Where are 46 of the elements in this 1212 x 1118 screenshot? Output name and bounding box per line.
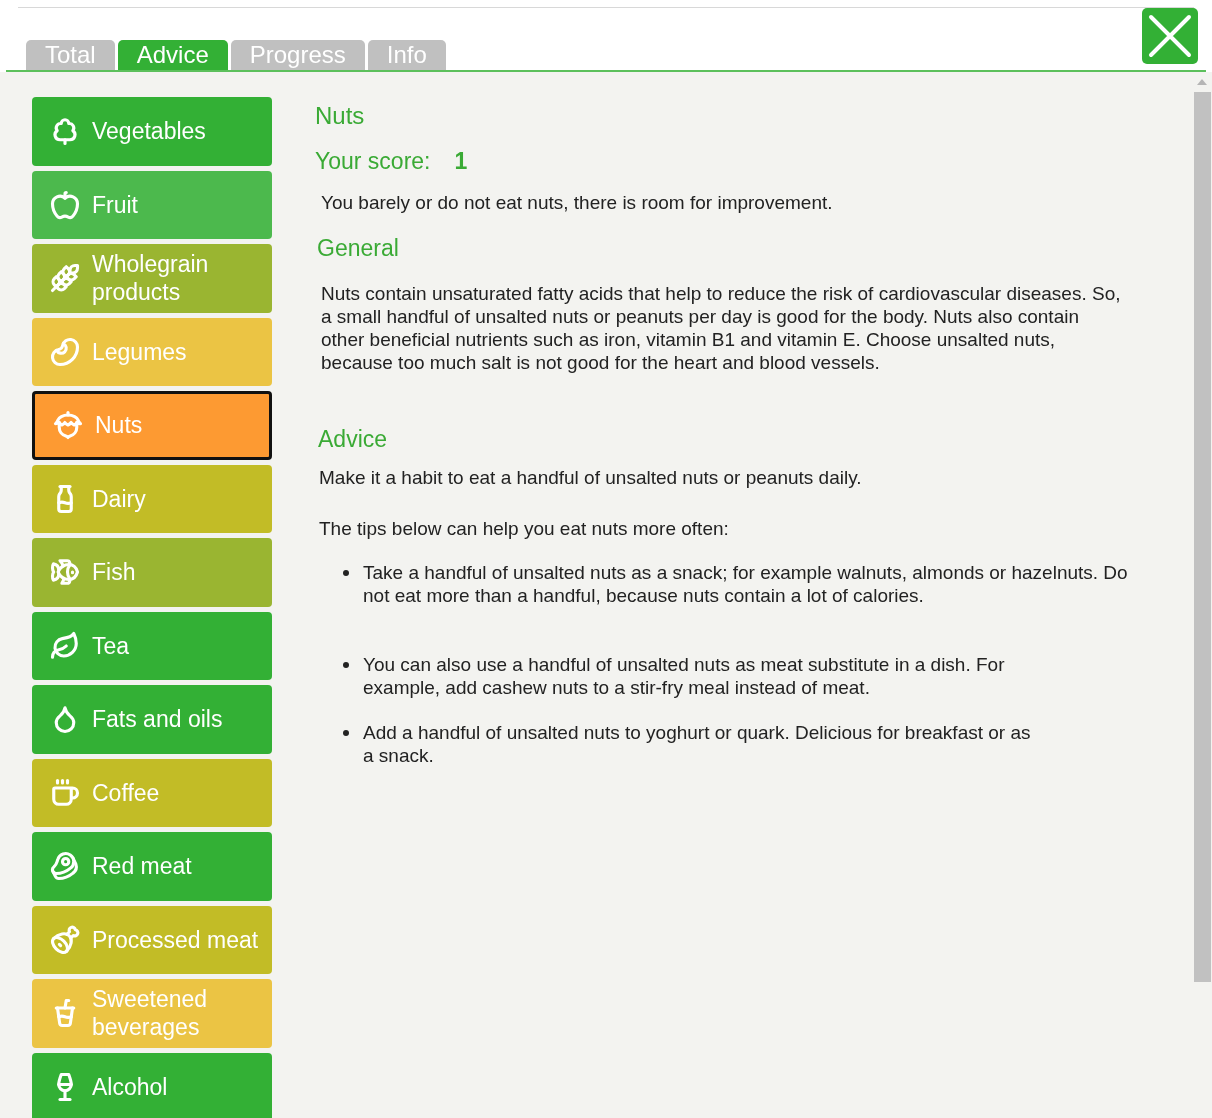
section-heading: Advice bbox=[318, 424, 389, 454]
close-button[interactable] bbox=[1142, 8, 1198, 64]
category-button[interactable]: Fruit bbox=[32, 170, 272, 239]
ham-icon bbox=[50, 924, 80, 955]
summary-text: You barely or do not eat nuts, there is room for improvement. bbox=[321, 190, 834, 215]
coffee-cup-icon bbox=[50, 777, 80, 808]
score-value: 1 bbox=[454, 147, 468, 176]
page-title: Nuts bbox=[315, 101, 366, 131]
scroll-up-icon bbox=[1197, 78, 1207, 86]
category-button[interactable]: Nuts bbox=[32, 391, 272, 460]
category-button[interactable]: Tea bbox=[32, 611, 272, 680]
tip-text: You can also use a handful of unsalted nuts as meat substitute in a dish. For example, add cashew nuts to a stir-fry meal instead of meat. bbox=[363, 653, 1006, 699]
bullet-icon bbox=[343, 662, 349, 668]
close-icon bbox=[1147, 13, 1193, 59]
score-label: Your score: bbox=[315, 147, 431, 176]
tab[interactable]: Progress bbox=[230, 40, 365, 70]
category-button[interactable]: Wholegrain products bbox=[32, 244, 272, 313]
category-button[interactable]: Fish bbox=[32, 538, 272, 607]
category-button[interactable]: Dairy bbox=[32, 464, 272, 533]
category-button[interactable]: Legumes bbox=[32, 317, 272, 386]
section-heading: General bbox=[317, 234, 400, 263]
category-button[interactable]: Alcohol bbox=[32, 1052, 272, 1118]
category-button[interactable]: Fats and oils bbox=[32, 685, 272, 754]
wheat-icon bbox=[50, 263, 80, 294]
leaf-icon bbox=[50, 630, 80, 661]
advice-text: Make it a habit to eat a handful of unsalted nuts or peanuts daily. bbox=[319, 466, 863, 490]
general-paragraph: Nuts contain unsaturated fatty acids that help to reduce the risk of cardiovascular diseases. So, a small handful of unsalted nuts or peanuts per day is good for the body. Nuts also contain other beneficial nutrients such as iron, vitamin B1 and vitamin E. Choose unsalted nuts, because too much salt is not good for the heart and blood vessels. bbox=[321, 281, 1121, 374]
nut-icon bbox=[53, 410, 83, 441]
category-button[interactable]: Red meat bbox=[32, 832, 272, 901]
tip-text: Add a handful of unsalted nuts to yoghurt or quark. Delicious for breakfast or as a snack. bbox=[363, 721, 1032, 767]
tab[interactable]: Total bbox=[26, 40, 115, 70]
tab[interactable]: Info bbox=[367, 40, 446, 70]
category-button[interactable]: Sweetened beverages bbox=[32, 979, 272, 1048]
steak-icon bbox=[50, 851, 80, 882]
bullet-icon bbox=[343, 730, 349, 736]
category-button[interactable]: Processed meat bbox=[32, 905, 272, 974]
category-button[interactable]: Vegetables bbox=[32, 97, 272, 166]
bean-icon bbox=[50, 336, 80, 367]
bullet-icon bbox=[343, 570, 349, 576]
tab[interactable]: Advice bbox=[117, 40, 228, 70]
category-button[interactable]: Coffee bbox=[32, 758, 272, 827]
tips-intro: The tips below can help you eat nuts more often: bbox=[319, 516, 730, 541]
tip-text: Take a handful of unsalted nuts as a snack; for example walnuts, almonds or hazelnuts. Do not eat more than a handful, because nuts contain a lot of calories. bbox=[363, 561, 1129, 607]
apple-icon bbox=[50, 189, 80, 220]
tree-icon bbox=[50, 116, 80, 147]
fish-icon bbox=[50, 557, 80, 588]
